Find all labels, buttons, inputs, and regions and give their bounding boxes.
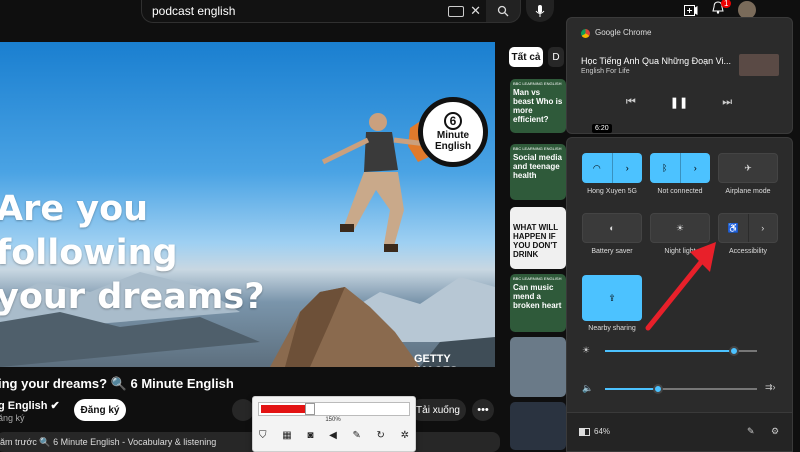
brightness-icon: ☀ xyxy=(582,345,591,355)
filter-chip-all[interactable]: Tất cả xyxy=(509,47,543,67)
volume-icon[interactable]: 🔈 xyxy=(582,383,593,394)
suggestion-thumbnail[interactable]: BBC LEARNING ENGLISH Social media and te… xyxy=(510,144,566,200)
speaker-icon[interactable]: ◀ xyxy=(329,430,337,441)
airplane-icon: ✈ xyxy=(744,162,752,173)
tile-label: Airplane mode xyxy=(725,188,771,195)
subscribe-button[interactable]: Đăng ký xyxy=(74,399,126,421)
media-controls-panel: Google Chrome Học Tiếng Anh Qua Những Đo… xyxy=(566,17,793,134)
shield-icon[interactable]: ⛉ xyxy=(259,430,267,441)
refresh-icon[interactable]: ↻ xyxy=(377,430,385,441)
clear-search-icon[interactable]: ✕ xyxy=(470,3,481,19)
voice-search-button[interactable] xyxy=(526,0,554,22)
search-icon xyxy=(497,5,509,17)
suggestion-thumbnail[interactable]: BBC LEARNING ENGLISH Man vs beast Who is… xyxy=(510,79,566,133)
video-description[interactable]: ăm trước 🔍 6 Minute English - Vocabulary… xyxy=(0,432,500,452)
suggestion-thumbnail[interactable] xyxy=(510,337,566,397)
bluetooth-icon: ᛒ xyxy=(662,163,668,173)
video-title: ing your dreams? 🔍 6 Minute English xyxy=(0,376,234,391)
brightness-slider[interactable] xyxy=(605,346,757,356)
zoom-percent: 150% xyxy=(325,417,341,423)
brightness-fill xyxy=(605,350,734,352)
wifi-icon: ◠ xyxy=(592,162,601,173)
channel-subscribers: ăng ký xyxy=(0,413,25,423)
battery-icon xyxy=(579,427,590,436)
bbc-tag: BBC LEARNING ENGLISH xyxy=(513,81,562,86)
pin-icon[interactable]: ✎ xyxy=(352,430,360,441)
quick-settings-footer: 64% ✎ ⚙ xyxy=(567,412,792,451)
suggestion-thumbnail[interactable]: BBC LEARNING ENGLISH Can music mend a br… xyxy=(510,274,566,332)
night-light-icon: ☀ xyxy=(675,222,685,233)
search-input[interactable]: podcast english ✕ xyxy=(141,0,488,23)
previous-track-icon[interactable]: ⏮ xyxy=(626,96,636,109)
channel-name[interactable]: g English ✔ xyxy=(0,399,60,412)
volume-fill xyxy=(605,388,658,390)
bbc-tag: BBC LEARNING ENGLISH xyxy=(513,146,562,151)
tile-wifi[interactable]: ◠ › xyxy=(582,153,642,183)
brightness-knob[interactable] xyxy=(729,346,739,356)
volume-knob[interactable] xyxy=(653,384,663,394)
microphone-icon xyxy=(535,4,545,17)
chevron-right-icon[interactable]: › xyxy=(694,163,697,173)
chevron-right-icon[interactable]: › xyxy=(761,223,764,233)
tile-label: Accessibility xyxy=(728,248,768,255)
next-track-icon[interactable]: ⏭ xyxy=(722,96,732,109)
suggestion-thumbnail[interactable]: WHAT WILL HAPPEN IF YOU DON'T DRINK xyxy=(510,207,566,269)
video-player[interactable]: Are you following your dreams? 6 Minute … xyxy=(0,42,495,367)
filter-chip-second[interactable]: D xyxy=(548,47,564,67)
camera-icon[interactable]: ◙ xyxy=(307,430,313,441)
video-overlay-title: Are you following your dreams? xyxy=(0,189,265,317)
zoom-slider[interactable] xyxy=(258,402,410,416)
create-video-icon[interactable] xyxy=(684,4,698,16)
suggestion-title: Man vs beast Who is more efficient? xyxy=(513,88,563,124)
tile-battery-saver[interactable]: ◐ xyxy=(582,213,642,243)
zoom-slider-thumb[interactable] xyxy=(305,403,315,415)
pause-icon[interactable]: ❚❚ xyxy=(670,96,688,109)
search-button[interactable] xyxy=(486,0,521,23)
clapperboard-icon[interactable]: ▦ xyxy=(282,430,291,441)
media-artist: English For Life xyxy=(581,68,630,75)
suggestion-title: Can music mend a broken heart xyxy=(513,283,562,310)
audio-output-icon[interactable]: ⇉› xyxy=(765,382,776,393)
bbc-tag: BBC LEARNING ENGLISH xyxy=(513,276,562,281)
more-icon: ••• xyxy=(477,404,489,416)
edit-icon[interactable]: ✎ xyxy=(747,426,755,437)
six-minute-english-logo: 6 Minute English xyxy=(418,97,488,167)
zoom-popup: 150% ⛉ ▦ ◙ ◀ ✎ ↻ ✲ xyxy=(252,396,416,452)
tile-accessibility[interactable]: ♿ › xyxy=(718,213,778,243)
tile-nearby-sharing[interactable]: ⇪ xyxy=(582,275,642,321)
annotation-arrow xyxy=(645,242,716,331)
image-credit: GETTY IMAGES xyxy=(414,353,457,367)
notification-count-badge: 1 xyxy=(721,0,732,8)
suggestion-title: WHAT WILL HAPPEN IF YOU DON'T DRINK xyxy=(513,223,559,259)
nearby-sharing-icon: ⇪ xyxy=(608,292,616,303)
battery-saver-icon: ◐ xyxy=(609,223,615,233)
settings-icon[interactable]: ⚙ xyxy=(771,426,779,437)
keyboard-icon[interactable] xyxy=(448,5,465,17)
tile-bluetooth[interactable]: ᛒ › xyxy=(650,153,710,183)
time-chip: 6:20 xyxy=(592,124,612,133)
suggestion-title: Social media and teenage health xyxy=(513,153,562,180)
media-title: Học Tiếng Anh Qua Những Đoạn Vi... xyxy=(581,56,731,66)
media-source: Google Chrome xyxy=(595,28,652,37)
like-button[interactable] xyxy=(232,399,254,421)
battery-percent: 64% xyxy=(594,427,611,436)
search-query-text: podcast english xyxy=(152,4,236,18)
suggestion-thumbnail[interactable] xyxy=(510,402,566,450)
settings-icon[interactable]: ✲ xyxy=(401,430,409,441)
volume-slider[interactable] xyxy=(605,384,757,394)
chrome-icon xyxy=(581,29,590,38)
battery-status[interactable]: 64% xyxy=(579,427,610,436)
tile-night-light[interactable]: ☀ xyxy=(650,213,710,243)
tile-airplane[interactable]: ✈ xyxy=(718,153,778,183)
media-thumbnail xyxy=(739,54,779,76)
accessibility-icon: ♿ xyxy=(727,222,739,233)
download-button[interactable]: Tải xuống xyxy=(410,399,466,421)
zoom-slider-fill xyxy=(261,405,305,413)
more-actions-button[interactable]: ••• xyxy=(472,399,494,421)
chevron-right-icon[interactable]: › xyxy=(626,163,629,173)
